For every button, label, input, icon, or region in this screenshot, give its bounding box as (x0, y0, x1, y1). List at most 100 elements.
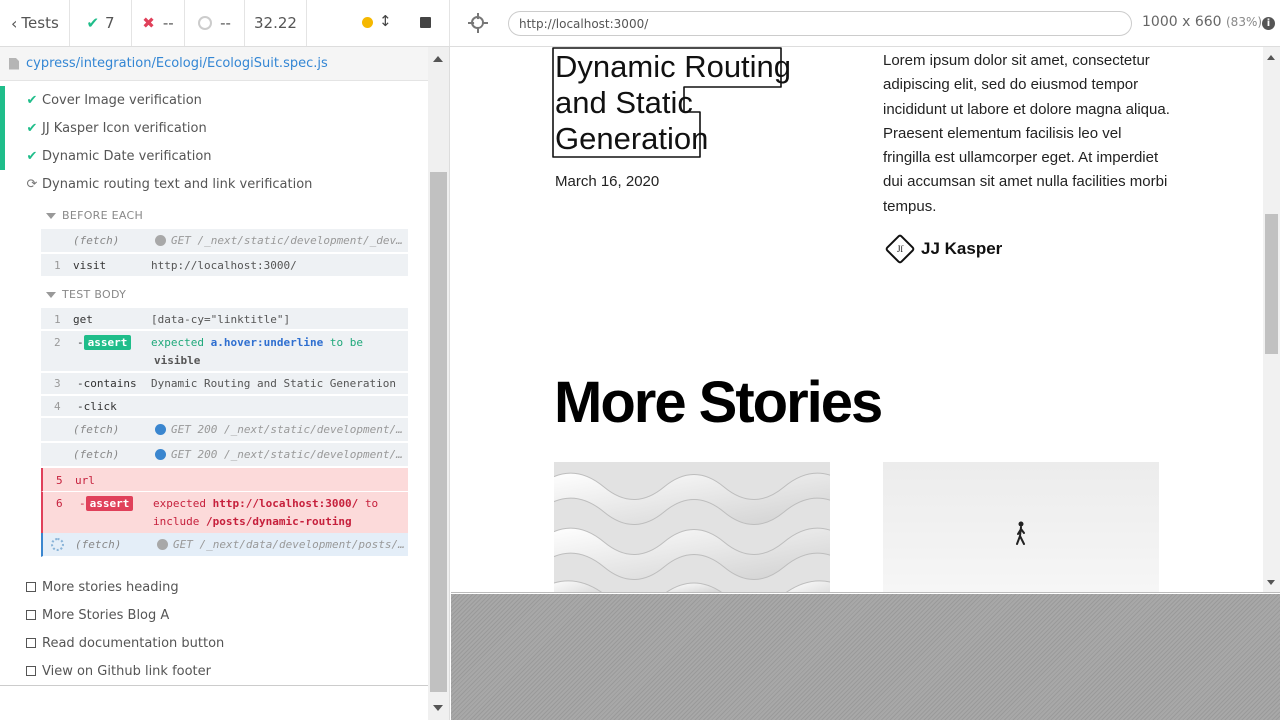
hook-before-each[interactable]: BEFORE EACH (46, 209, 143, 222)
app-scrollbar[interactable] (1263, 47, 1280, 592)
test-title: Read documentation button (42, 635, 225, 651)
chevron-left-icon: ‹ (11, 13, 18, 33)
command-row-assert[interactable]: 2 - assert expected a.hover:underline to … (41, 331, 408, 372)
scroll-up-icon[interactable] (1267, 55, 1275, 60)
test-item[interactable]: View on Github link footer (0, 657, 428, 685)
command-name: -click (77, 400, 117, 413)
command-row[interactable]: (fetch) GET /_next/static/development/_d… (41, 229, 408, 253)
tests-button[interactable]: ‹ Tests (0, 0, 70, 46)
command-name: (fetch) (73, 423, 120, 436)
viewport-dimensions: 1000 x 660 (1142, 14, 1222, 30)
test-item[interactable]: ✔ Dynamic Date verification (0, 142, 428, 170)
story-cover-image-a[interactable] (554, 462, 830, 592)
command-message: Dynamic Routing and Static Generation (151, 377, 397, 390)
fetch-url: GET /_next/static/development/_dev… (171, 234, 403, 247)
reporter-scrollbar[interactable] (428, 47, 449, 720)
command-number: 3 (54, 377, 61, 390)
scrollbar-thumb[interactable] (430, 172, 447, 692)
command-row[interactable]: 1 visit http://localhost:3000/ (41, 254, 408, 277)
reporter-panel: ‹ Tests ✔ 7 ✖ -- -- 32.22 ↕ cypress/inte… (0, 0, 450, 720)
post-excerpt: Lorem ipsum dolor sit amet, consectetur … (883, 52, 1170, 215)
test-item[interactable]: More stories heading (0, 573, 428, 601)
info-icon[interactable]: i (1262, 17, 1275, 30)
test-item[interactable]: Read documentation button (0, 629, 428, 657)
command-row-failed[interactable]: 5 url (41, 468, 408, 492)
refresh-icon: ⟳ (26, 176, 38, 192)
pending-count: -- (185, 0, 245, 46)
status-dot-icon (157, 539, 168, 550)
cover-image-pattern (554, 462, 830, 592)
x-icon: ✖ (142, 14, 155, 32)
command-row[interactable]: (fetch) GET 200 /_next/static/developmen… (41, 418, 408, 442)
post-date: March 16, 2020 (555, 173, 660, 190)
command-row[interactable]: (fetch) GET 200 /_next/static/developmen… (41, 443, 408, 467)
more-stories-heading: More Stories (554, 370, 883, 435)
viewport-scale: (83%) (1226, 15, 1263, 29)
command-row[interactable]: 1 get [data-cy="linktitle"] (41, 308, 408, 330)
test-title: More Stories Blog A (42, 607, 170, 623)
fetch-url: GET 200 /_next/static/development/… (171, 423, 403, 436)
app-preview-frame: Dynamic Routing and Static Generation Ma… (451, 47, 1280, 593)
url-text: http://localhost:3000/ (519, 16, 649, 31)
test-item[interactable]: ✔ Cover Image verification (0, 86, 428, 114)
command-message: GET /_next/static/development/_dev… (155, 234, 403, 247)
command-message: [data-cy="linktitle"] (151, 313, 291, 326)
tests-label: Tests (21, 14, 59, 32)
stop-icon[interactable] (420, 17, 431, 28)
check-icon: ✔ (26, 120, 38, 136)
command-row[interactable]: 4 -click (41, 396, 408, 417)
running-indicator-icon (362, 17, 373, 28)
command-message: GET 200 /_next/static/development/… (155, 448, 403, 461)
command-number: 1 (54, 259, 61, 272)
aut-header: http://localhost:3000/ 1000 x 660 (83%) … (450, 0, 1280, 47)
duration: 32.22 (245, 0, 307, 46)
author-name: JJ Kasper (921, 239, 1003, 258)
assert-expected: expected (151, 336, 204, 349)
story-cover-image-b[interactable] (883, 462, 1159, 592)
scroll-down-icon[interactable] (1267, 580, 1275, 585)
caret-down-icon (46, 212, 56, 219)
passed-count: ✔ 7 (70, 0, 132, 46)
post-title-text: Dynamic Routing and Static Generation (555, 49, 792, 156)
hook-test-body[interactable]: TEST BODY (46, 288, 126, 301)
command-row-pending[interactable]: (fetch) GET /_next/data/development/post… (41, 533, 408, 557)
check-icon: ✔ (26, 148, 38, 164)
command-message: GET /_next/data/development/posts/… (157, 538, 405, 551)
checkbox-icon (26, 582, 36, 592)
failed-value: -- (162, 14, 174, 32)
command-name: -contains (77, 377, 137, 390)
assert-expected: expected (153, 497, 206, 510)
scrollbar-thumb[interactable] (1265, 214, 1278, 354)
stats-bar: ‹ Tests ✔ 7 ✖ -- -- 32.22 ↕ (0, 0, 450, 47)
selector-playground-icon[interactable] (468, 13, 488, 33)
status-dot-icon (155, 449, 166, 460)
command-name: url (75, 474, 95, 487)
post-title-link[interactable]: Dynamic Routing and Static Generation (552, 47, 794, 158)
auto-scroll-icon[interactable]: ↕ (379, 12, 392, 30)
checkbox-icon (26, 610, 36, 620)
url-bar[interactable]: http://localhost:3000/ (508, 11, 1132, 36)
command-row[interactable]: 3 -contains Dynamic Routing and Static G… (41, 373, 408, 395)
command-row-failed-assert[interactable]: 6 - assert expected http://localhost:3000… (41, 492, 408, 536)
test-item[interactable]: More Stories Blog A (0, 601, 428, 629)
status-dot-icon (155, 235, 166, 246)
test-title: Cover Image verification (42, 92, 202, 108)
run-controls: ↕ (307, 0, 450, 46)
command-name: (fetch) (73, 234, 120, 247)
fetch-url: GET 200 /_next/static/development/… (171, 448, 403, 461)
command-number: 5 (56, 474, 63, 487)
command-name: get (73, 313, 93, 326)
walking-person-icon (1016, 521, 1025, 545)
test-item-running[interactable]: ⟳ Dynamic routing text and link verifica… (0, 170, 428, 198)
command-name: visit (73, 259, 107, 272)
test-item[interactable]: ✔ JJ Kasper Icon verification (0, 114, 428, 142)
assert-subject: a.hover:underline (210, 336, 324, 349)
check-icon: ✔ (86, 14, 100, 32)
test-title: Dynamic Date verification (42, 148, 212, 164)
test-title: More stories heading (42, 579, 179, 595)
scroll-down-icon[interactable] (433, 705, 443, 711)
scroll-up-icon[interactable] (433, 56, 443, 62)
checkbox-icon (26, 666, 36, 676)
assert-badge: assert (85, 496, 134, 511)
spec-path-link[interactable]: cypress/integration/Ecologi/EcologiSuit.… (26, 56, 328, 71)
